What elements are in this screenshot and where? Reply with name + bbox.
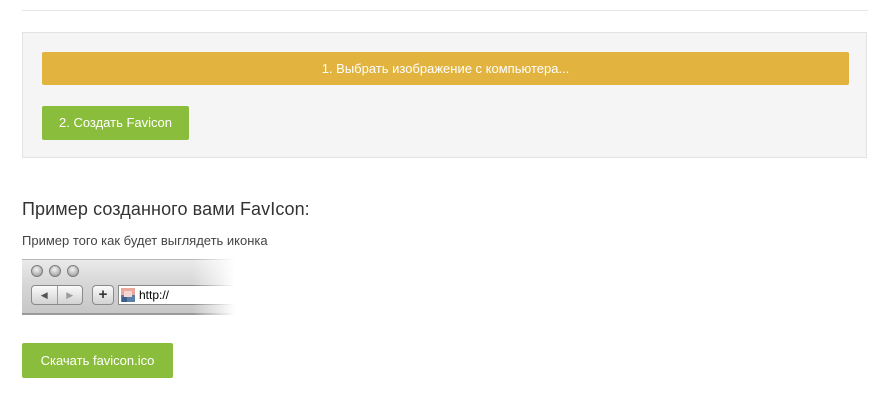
browser-nav-buttons: ◀ ▶ xyxy=(31,285,83,305)
download-favicon-button[interactable]: Скачать favicon.ico xyxy=(22,343,173,378)
new-tab-button[interactable]: + xyxy=(92,285,114,305)
address-bar-text: http:// xyxy=(139,288,170,302)
window-close-icon xyxy=(31,265,43,277)
preview-bottom-border xyxy=(22,313,235,315)
browser-preview: ◀ ▶ + http:// xyxy=(22,259,235,315)
choose-image-button[interactable]: 1. Выбрать изображение с компьютера... xyxy=(42,52,849,85)
upload-panel: 1. Выбрать изображение с компьютера... 2… xyxy=(22,32,867,158)
favicon-preview-icon xyxy=(121,288,135,302)
top-divider xyxy=(22,10,868,11)
preview-section-title: Пример созданного вами FavIcon: xyxy=(22,199,310,219)
preview-description: Пример того как будет выглядеть иконка xyxy=(22,233,268,248)
window-minimize-icon xyxy=(49,265,61,277)
window-zoom-icon xyxy=(67,265,79,277)
arrow-left-icon[interactable]: ◀ xyxy=(32,286,57,304)
address-bar[interactable]: http:// xyxy=(118,285,235,305)
arrow-right-icon[interactable]: ▶ xyxy=(56,286,83,304)
favicon-generator-page: 1. Выбрать изображение с компьютера... 2… xyxy=(0,0,882,395)
create-favicon-button[interactable]: 2. Создать Favicon xyxy=(42,106,189,140)
